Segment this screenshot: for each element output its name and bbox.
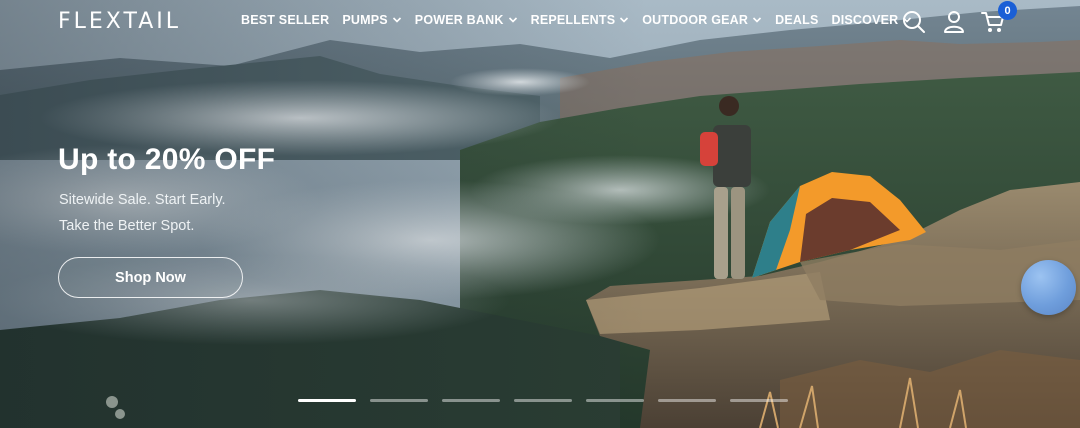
chevron-down-icon xyxy=(620,17,629,23)
hero-headline: Up to 20% OFF xyxy=(58,143,276,176)
nav-label: DEALS xyxy=(775,13,819,27)
hero-subline-1: Sitewide Sale. Start Early. xyxy=(59,192,226,208)
nav-label: OUTDOOR GEAR xyxy=(642,13,749,27)
nav-item-deals[interactable]: DEALS xyxy=(775,13,818,27)
slide-dot-6[interactable] xyxy=(658,399,716,402)
nav-item-pumps[interactable]: PUMPS xyxy=(342,13,401,27)
nav-item-best-seller[interactable]: BEST SELLER xyxy=(241,13,329,27)
chevron-down-icon xyxy=(392,17,401,23)
nav-item-repellents[interactable]: REPELLENTS xyxy=(531,13,630,27)
brand-logo[interactable]: FLEXTAIL xyxy=(58,9,181,34)
main-nav: BEST SELLER PUMPS POWER BANK REPELLENTS … xyxy=(241,13,925,27)
site-header: FLEXTAIL BEST SELLER PUMPS POWER BANK RE… xyxy=(0,0,1080,44)
slide-dot-2[interactable] xyxy=(370,399,428,402)
cart-count-badge: 0 xyxy=(998,1,1017,20)
nav-label: REPELLENTS xyxy=(530,13,616,27)
hero-banner: FLEXTAIL BEST SELLER PUMPS POWER BANK RE… xyxy=(0,0,1080,428)
nav-label: POWER BANK xyxy=(414,13,504,27)
hero-overlay xyxy=(0,0,1080,428)
shop-now-button[interactable]: Shop Now xyxy=(58,257,243,298)
slide-dot-5[interactable] xyxy=(586,399,644,402)
nav-item-power-bank[interactable]: POWER BANK xyxy=(415,13,518,27)
chat-widget-button[interactable] xyxy=(1021,260,1076,315)
slider-pagination xyxy=(298,399,788,402)
nav-label: BEST SELLER xyxy=(241,13,330,27)
chevron-down-icon xyxy=(753,17,762,23)
nav-item-outdoor-gear[interactable]: OUTDOOR GEAR xyxy=(642,13,762,27)
slide-dot-7[interactable] xyxy=(730,399,788,402)
nav-label: PUMPS xyxy=(342,13,388,27)
hero-subline-2: Take the Better Spot. xyxy=(59,218,195,234)
search-icon[interactable] xyxy=(901,9,927,35)
slide-dot-3[interactable] xyxy=(442,399,500,402)
slide-dot-4[interactable] xyxy=(514,399,572,402)
user-icon[interactable] xyxy=(941,9,967,35)
nav-label: DISCOVER xyxy=(831,13,899,27)
slide-dot-1[interactable] xyxy=(298,399,356,402)
chevron-down-icon xyxy=(508,17,517,23)
